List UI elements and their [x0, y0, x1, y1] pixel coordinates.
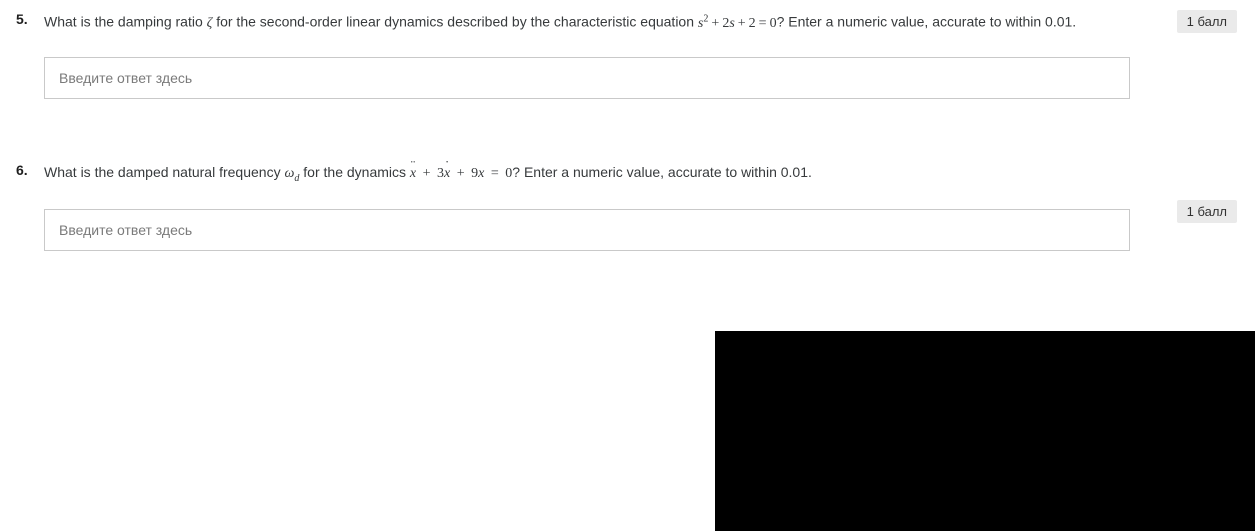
- question-body: What is the damping ratio ζ for the seco…: [44, 10, 1239, 99]
- q6-equation: x + 3x + 9x = 0: [410, 166, 512, 181]
- question-body: What is the damped natural frequency ωd …: [44, 161, 1239, 251]
- q6-text-mid: for the dynamics: [299, 164, 410, 180]
- points-badge-q5: 1 балл: [1177, 10, 1237, 33]
- q6-text-after: ? Enter a numeric value, accurate to wit…: [512, 164, 812, 180]
- q5-text-mid: for the second-order linear dynamics des…: [212, 14, 698, 30]
- question-number: 6.: [16, 161, 44, 251]
- question-6: 6. What is the damped natural frequency …: [0, 161, 1255, 251]
- question-text: What is the damping ratio ζ for the seco…: [44, 10, 1154, 35]
- q5-text-before: What is the damping ratio: [44, 14, 207, 30]
- question-text: What is the damped natural frequency ωd …: [44, 161, 1154, 187]
- answer-input-q6[interactable]: [44, 209, 1130, 251]
- q5-equation: s2+2s+2=0: [698, 16, 777, 31]
- question-5: 5. What is the damping ratio ζ for the s…: [0, 10, 1255, 99]
- q5-text-after: ? Enter a numeric value, accurate to wit…: [777, 14, 1077, 30]
- points-badge-q6: 1 балл: [1177, 200, 1237, 223]
- omega-d-symbol: ωd: [284, 166, 299, 181]
- black-overlay: [715, 331, 1255, 531]
- answer-input-q5[interactable]: [44, 57, 1130, 99]
- q6-text-before: What is the damped natural frequency: [44, 164, 284, 180]
- question-number: 5.: [16, 10, 44, 99]
